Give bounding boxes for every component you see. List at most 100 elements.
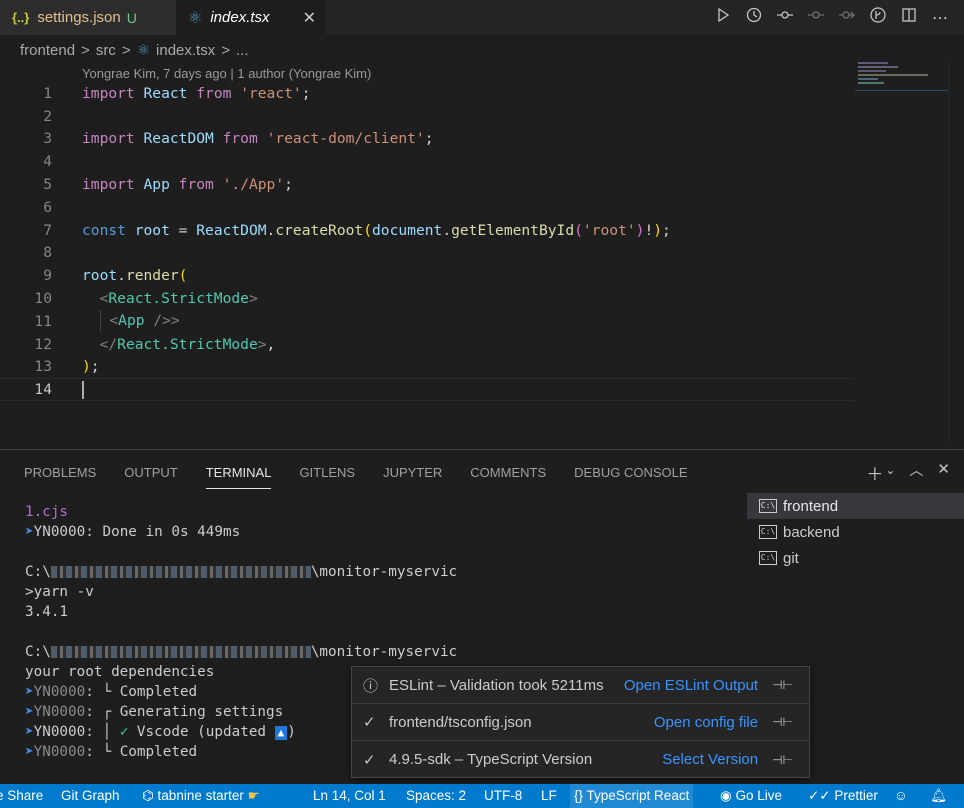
pin-icon[interactable]: ⊣⊢	[772, 678, 793, 692]
tabnine-button[interactable]: ⌬ tabnine starter ☛	[142, 784, 260, 808]
terminal-name: git	[783, 549, 799, 567]
language-mode-button[interactable]: {} TypeScript React	[570, 784, 694, 808]
tab-comments[interactable]: COMMENTS	[470, 465, 546, 489]
tabnine-label: tabnine starter	[157, 788, 244, 803]
terminal-item-git[interactable]: C:\ git	[747, 545, 964, 571]
terminal-text: \monitor-myservic	[310, 564, 458, 580]
line-number: 7	[43, 221, 52, 239]
pin-icon[interactable]: ⊣⊢	[772, 715, 793, 729]
terminal-item-frontend[interactable]: C:\ frontend	[747, 493, 964, 519]
line-number: 11	[34, 312, 52, 330]
tab-output[interactable]: OUTPUT	[124, 465, 177, 489]
arrow-icon: ➤	[25, 704, 34, 720]
arrow-icon: ➤	[25, 684, 34, 700]
eol-button[interactable]: LF	[541, 784, 557, 808]
jsx-bracket: >	[248, 290, 258, 308]
terminal-code: YN0000	[33, 724, 86, 740]
terminal-name: frontend	[783, 497, 839, 515]
tab-index-tsx[interactable]: ⚛ index.tsx ✕	[176, 0, 326, 35]
tab-label: index.tsx	[210, 9, 270, 26]
popup-row-ts-version: ✓ 4.9.5-sdk – TypeScript Version Select …	[352, 741, 809, 778]
indentation-button[interactable]: Spaces: 2	[406, 784, 466, 808]
git-blame-annotation[interactable]: Yongrae Kim, 7 days ago | 1 author (Yong…	[82, 66, 371, 81]
keyword: from	[178, 176, 214, 194]
code-line: 4	[0, 150, 855, 173]
breadcrumb-item-symbols[interactable]: ...	[236, 42, 249, 59]
line-number: 10	[34, 290, 52, 308]
tab-settings-json[interactable]: {..} settings.json U	[0, 0, 176, 35]
timeline-icon[interactable]	[744, 6, 764, 29]
pin-icon[interactable]: ⊣⊢	[772, 753, 793, 767]
git-compare-icon[interactable]	[775, 6, 795, 29]
new-terminal-icon[interactable]: ＋	[866, 460, 883, 485]
identifier: React	[143, 84, 188, 102]
breadcrumb-item-frontend[interactable]: frontend	[20, 42, 75, 59]
git-graph-button[interactable]: Git Graph	[61, 784, 120, 808]
minimap[interactable]	[858, 62, 948, 92]
terminal-text: : │	[85, 724, 120, 740]
prettier-button[interactable]: ✓✓ Prettier	[808, 784, 878, 808]
minimap-slider[interactable]	[855, 90, 947, 91]
cursor-position-button[interactable]: Ln 14, Col 1	[313, 784, 386, 808]
next-change-icon[interactable]	[837, 6, 857, 29]
previous-change-icon[interactable]	[806, 6, 826, 29]
punctuation: ;	[424, 130, 434, 148]
terminal-item-backend[interactable]: C:\ backend	[747, 519, 964, 545]
tabnine-icon: ⌬	[142, 788, 158, 803]
breadcrumb-separator: >	[121, 41, 131, 59]
editor-scrollbar[interactable]	[948, 62, 949, 442]
jsx-bracket: </	[99, 335, 118, 353]
code-line: 7 const root = ReactDOM.createRoot(docum…	[0, 219, 855, 242]
feedback-icon[interactable]: ☺	[894, 784, 908, 808]
live-share-button[interactable]: e Share	[0, 784, 43, 808]
tab-terminal[interactable]: TERMINAL	[205, 465, 272, 489]
untracked-badge: U	[126, 9, 137, 26]
terminal-list: C:\ frontend C:\ backend C:\ git	[747, 493, 964, 571]
more-actions-icon[interactable]: ⋯	[930, 8, 950, 28]
text-cursor	[82, 380, 84, 399]
chevron-down-icon[interactable]: ⌄	[885, 460, 895, 485]
line-number: 2	[43, 107, 52, 125]
tab-jupyter[interactable]: JUPYTER	[383, 465, 442, 489]
open-eslint-output-link[interactable]: Open ESLint Output	[624, 677, 758, 694]
code-line: 13 );	[0, 356, 855, 379]
bracket: (	[363, 221, 373, 239]
line-number: 1	[43, 84, 52, 102]
keyword: import	[82, 176, 135, 194]
keyword: import	[82, 84, 135, 102]
jsx-bracket: />	[144, 312, 171, 330]
terminal-text: 3.4.1	[25, 604, 69, 620]
run-icon[interactable]	[713, 7, 733, 28]
panel-actions: ＋ ⌄ ︿ ✕	[866, 460, 950, 485]
popup-text: ESLint – Validation took 5211ms	[389, 676, 604, 694]
redacted-path	[50, 566, 311, 578]
encoding-button[interactable]: UTF-8	[484, 784, 522, 808]
tab-debug-console[interactable]: DEBUG CONSOLE	[574, 465, 687, 489]
popup-row-eslint: ⓘ ESLint – Validation took 5211ms Open E…	[352, 667, 809, 704]
close-panel-icon[interactable]: ✕	[937, 460, 950, 485]
close-icon[interactable]: ✕	[303, 8, 316, 28]
bell-icon[interactable]: 🔔︎	[930, 784, 947, 808]
indent-guide	[99, 310, 101, 333]
terminal-icon: C:\	[759, 499, 777, 513]
breadcrumb-item-src[interactable]: src	[96, 42, 116, 59]
function-name: createRoot	[275, 221, 364, 239]
code-editor[interactable]: 1 import React from 'react'; 2 3 import …	[0, 82, 855, 402]
open-config-file-link[interactable]: Open config file	[654, 714, 758, 731]
go-live-button[interactable]: ◉ Go Live	[720, 784, 782, 808]
maximize-panel-icon[interactable]: ︿	[909, 460, 923, 485]
line-number: 4	[43, 153, 52, 171]
terminal-text: C:\	[25, 644, 51, 660]
terminal-text: : └ Completed	[85, 684, 198, 700]
popup-text: 4.9.5-sdk – TypeScript Version	[389, 751, 593, 768]
split-editor-icon[interactable]	[899, 7, 919, 28]
tab-gitlens[interactable]: GITLENS	[299, 465, 355, 489]
tab-problems[interactable]: PROBLEMS	[24, 465, 96, 489]
line-number: 8	[43, 244, 52, 262]
terminal-code: YN0000	[33, 684, 86, 700]
select-version-link[interactable]: Select Version	[662, 751, 758, 768]
panel-tabs: PROBLEMS OUTPUT TERMINAL GITLENS JUPYTER…	[24, 465, 688, 489]
git-branch-icon[interactable]	[868, 6, 888, 29]
breadcrumb-item-file[interactable]: index.tsx	[156, 42, 215, 59]
react-file-icon: ⚛	[188, 9, 203, 27]
